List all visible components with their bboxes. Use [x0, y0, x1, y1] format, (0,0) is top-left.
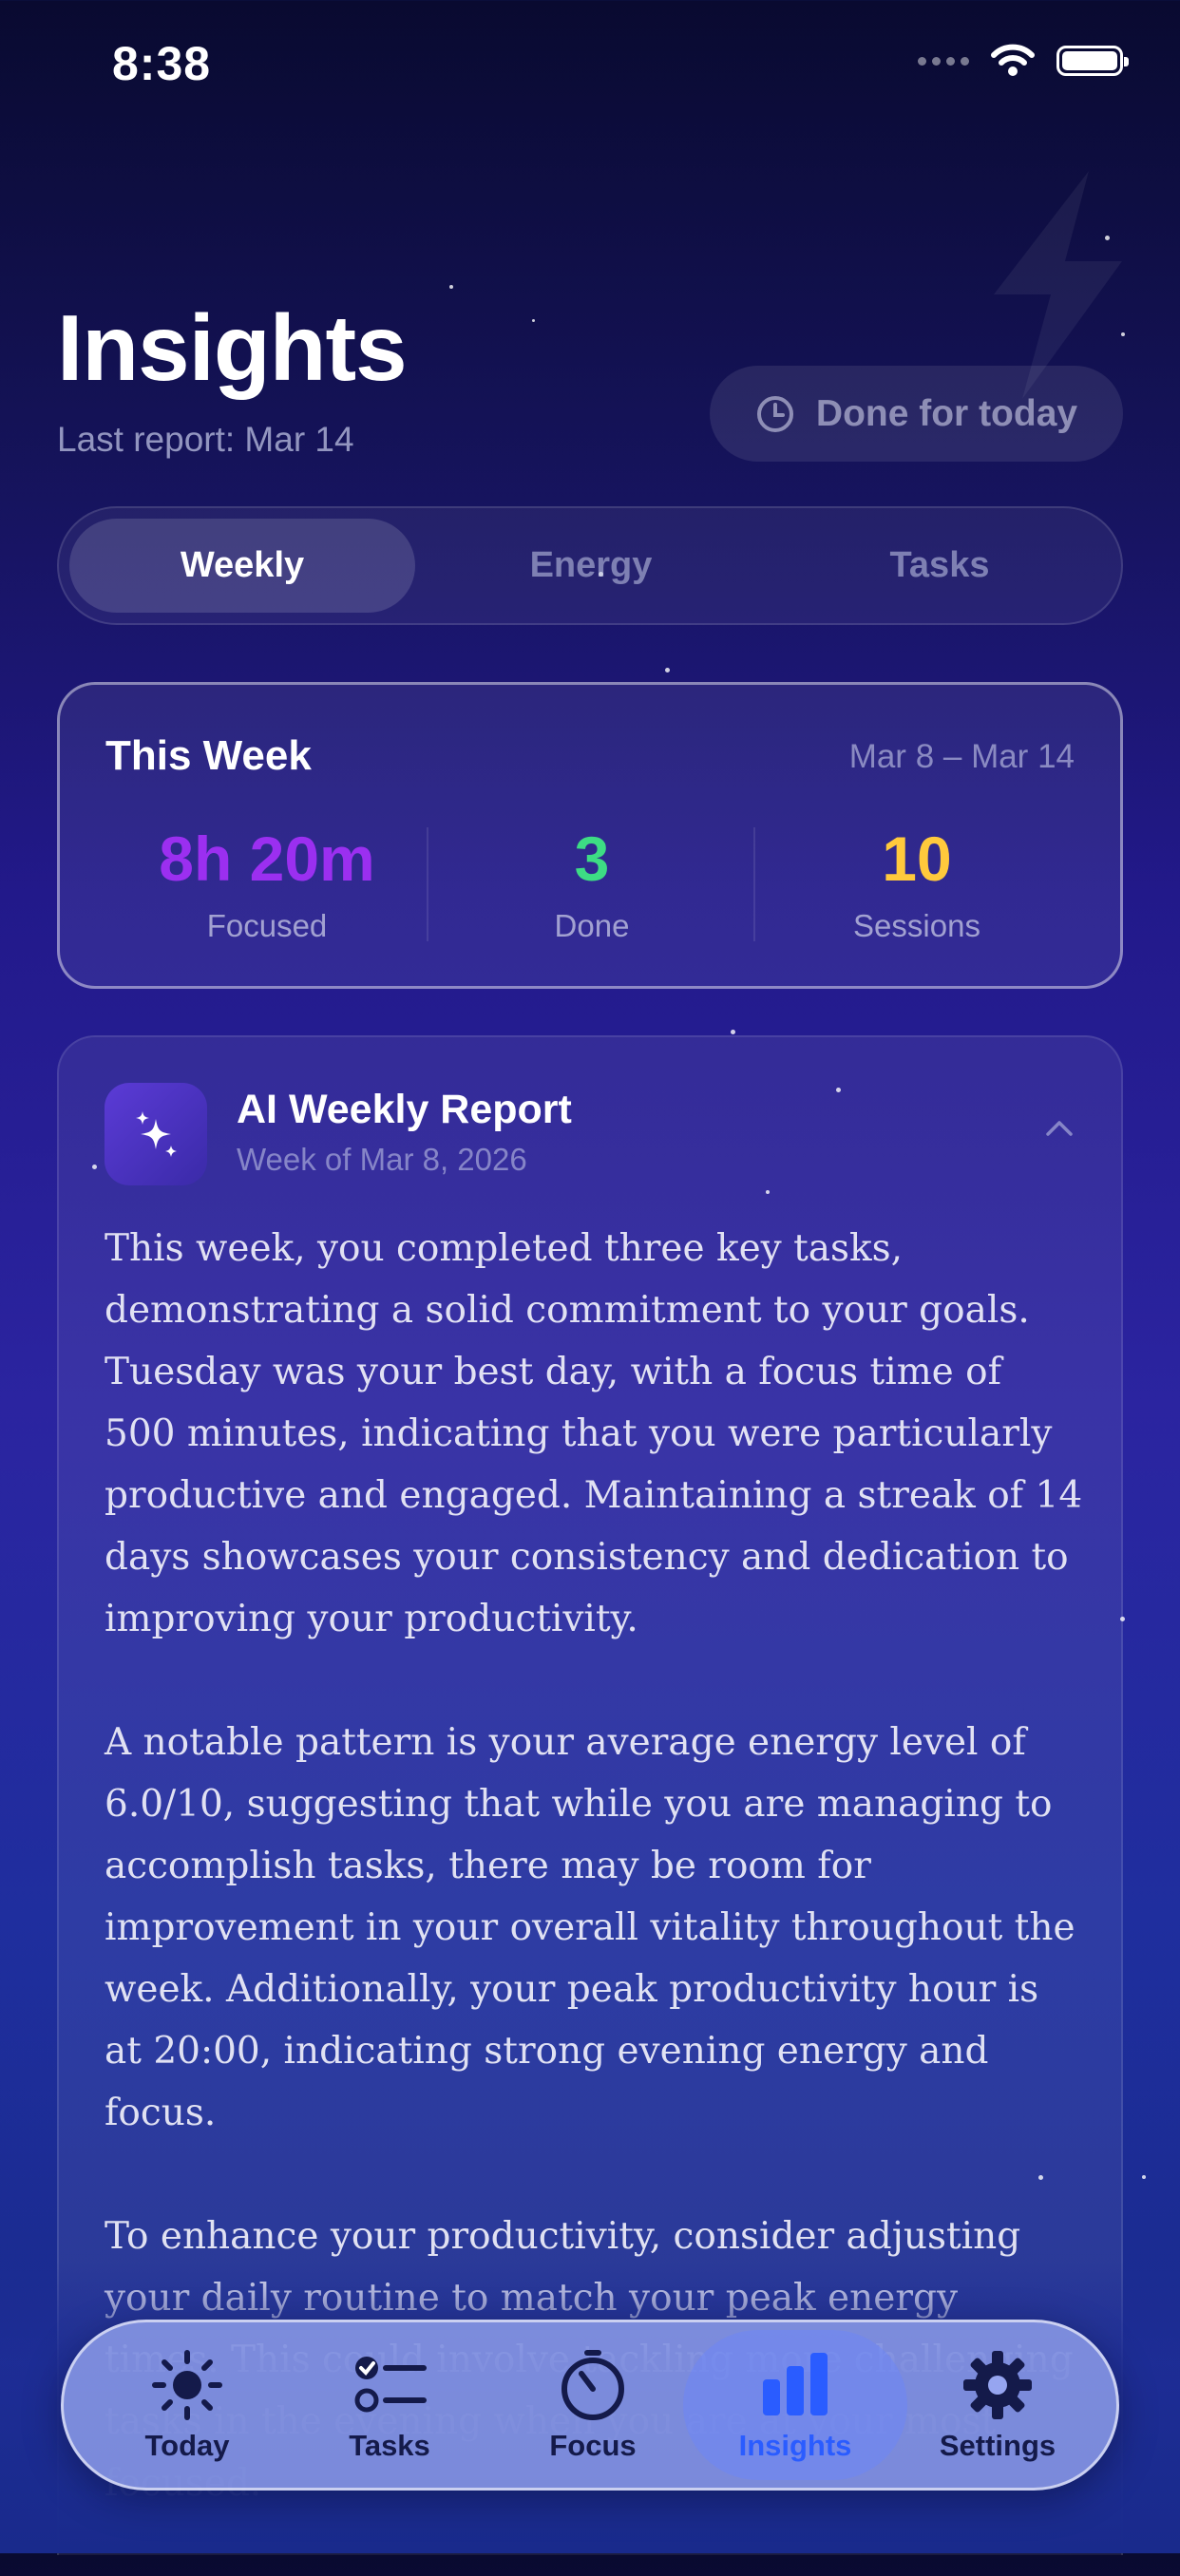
tab-settings-label: Settings [939, 2429, 1056, 2462]
lightning-bolt-icon [994, 171, 1122, 399]
stat-focused-value: 8h 20m [159, 824, 375, 894]
done-for-today-label: Done for today [815, 392, 1078, 434]
week-date-range: Mar 8 – Mar 14 [848, 738, 1075, 775]
star-decoration [449, 285, 453, 289]
sun-icon [152, 2350, 222, 2420]
bottom-tab-bar: Today Tasks Focus Insights Settings [61, 2320, 1119, 2491]
tab-today-label: Today [144, 2429, 230, 2462]
tab-weekly[interactable]: Weekly [69, 519, 415, 613]
battery-icon [1056, 46, 1129, 76]
tab-tasks-nav[interactable]: Tasks [285, 2322, 494, 2488]
report-paragraph: This week, you completed three key tasks… [105, 1227, 1083, 1640]
insights-segmented-control: Weekly Energy Tasks [57, 506, 1123, 625]
timer-icon [561, 2350, 624, 2420]
tab-settings[interactable]: Settings [893, 2322, 1102, 2488]
tab-tasks-nav-label: Tasks [349, 2429, 430, 2462]
chevron-up-icon[interactable] [1045, 1113, 1074, 1142]
week-card-title: This Week [105, 732, 312, 779]
stat-sessions-value: 10 [882, 824, 952, 894]
sparkles-icon [105, 1083, 207, 1185]
tab-weekly-label: Weekly [180, 545, 305, 585]
tab-focus[interactable]: Focus [488, 2322, 697, 2488]
status-indicators [918, 44, 1129, 78]
star-decoration [1142, 2175, 1146, 2179]
star-decoration [532, 319, 535, 322]
tab-focus-label: Focus [549, 2429, 637, 2462]
report-title: AI Weekly Report [237, 1087, 572, 1132]
star-decoration [665, 668, 670, 672]
stat-sessions-label: Sessions [853, 908, 980, 943]
checklist-icon [354, 2357, 427, 2413]
stat-done-label: Done [554, 908, 630, 943]
bar-chart-icon [763, 2353, 828, 2415]
tab-tasks-label: Tasks [889, 545, 990, 585]
status-time: 8:38 [112, 37, 212, 90]
last-report-label: Last report: Mar 14 [57, 420, 354, 459]
tab-energy-label: Energy [529, 545, 653, 585]
report-paragraph: A notable pattern is your average energy… [105, 1721, 1075, 2134]
stat-done: 3 Done [430, 823, 753, 944]
cellular-signal-icon [918, 56, 969, 66]
stat-focused: 8h 20m Focused [105, 823, 428, 944]
stat-focused-label: Focused [206, 908, 328, 943]
done-for-today-button[interactable]: Done for today [710, 366, 1123, 462]
this-week-card: This Week Mar 8 – Mar 14 8h 20m Focused … [57, 682, 1123, 989]
clock-icon [756, 395, 793, 432]
star-decoration [731, 1030, 735, 1034]
tab-tasks[interactable]: Tasks [767, 519, 1113, 613]
stat-sessions: 10 Sessions [755, 823, 1078, 944]
tab-energy[interactable]: Energy [418, 519, 764, 613]
report-week-label: Week of Mar 8, 2026 [237, 1142, 527, 1177]
gear-icon [963, 2351, 1032, 2419]
tab-insights-label: Insights [738, 2429, 852, 2462]
stat-divider [427, 827, 428, 941]
page-title: Insights [57, 295, 408, 400]
wifi-icon [991, 44, 1035, 76]
tab-insights[interactable]: Insights [683, 2330, 907, 2480]
stat-done-value: 3 [574, 824, 610, 894]
tab-today[interactable]: Today [83, 2322, 292, 2488]
